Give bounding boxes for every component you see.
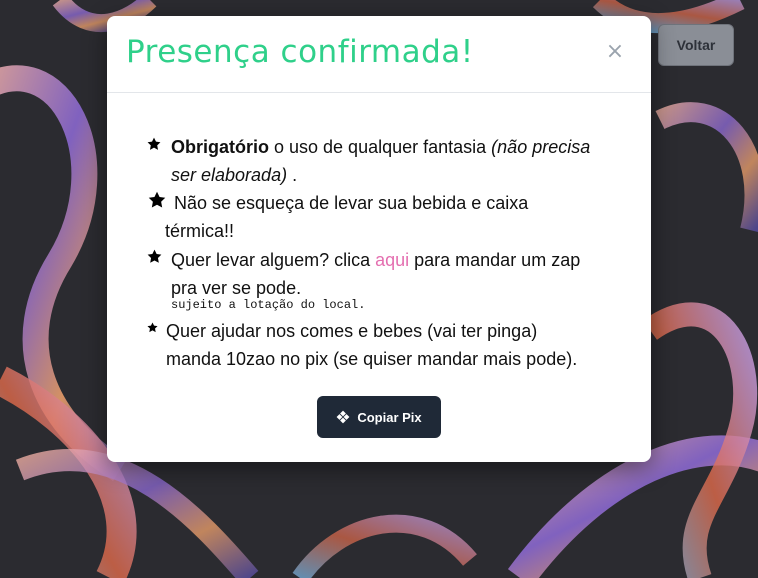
capacity-note: sujeito a lotação do local. — [171, 298, 366, 312]
item-text: Quer levar alguem? clica — [171, 250, 376, 270]
star-icon — [147, 249, 162, 264]
close-icon[interactable]: × — [605, 40, 625, 64]
star-icon — [147, 322, 158, 333]
item-text: o uso de qualquer fantasia — [269, 137, 492, 157]
copy-pix-button[interactable]: Copiar Pix — [317, 396, 441, 438]
voltar-button[interactable]: Voltar — [658, 24, 734, 66]
item-bold: Obrigatório — [171, 137, 269, 157]
pix-icon — [336, 410, 350, 424]
modal-title: Presença confirmada! — [126, 34, 474, 70]
star-icon — [148, 191, 166, 209]
list-item: Não se esqueça de levar sua bebida e cai… — [174, 189, 594, 217]
item-text: para mandar um zap — [409, 250, 581, 270]
list-item: Quer ajudar nos comes e bebes (vai ter p… — [166, 317, 636, 345]
item-line: manda 10zao no pix (se quiser mandar mai… — [166, 349, 578, 369]
item-line: Quer ajudar nos comes e bebes (vai ter p… — [166, 321, 538, 341]
confirmation-modal: Presença confirmada! × Obrigatório o uso… — [107, 16, 651, 462]
item-line: térmica!! — [165, 221, 235, 241]
modal-header: Presença confirmada! × — [107, 16, 651, 93]
item-tail: . — [287, 165, 298, 185]
item-line: Não se esqueça de levar sua bebida e cai… — [174, 193, 529, 213]
copy-pix-label: Copiar Pix — [357, 409, 422, 425]
list-item: Obrigatório o uso de qualquer fantasia (… — [171, 133, 591, 189]
whatsapp-link[interactable]: aqui — [375, 250, 409, 270]
star-icon — [147, 137, 161, 151]
list-item: Quer levar alguem? clica aqui para manda… — [171, 246, 611, 274]
